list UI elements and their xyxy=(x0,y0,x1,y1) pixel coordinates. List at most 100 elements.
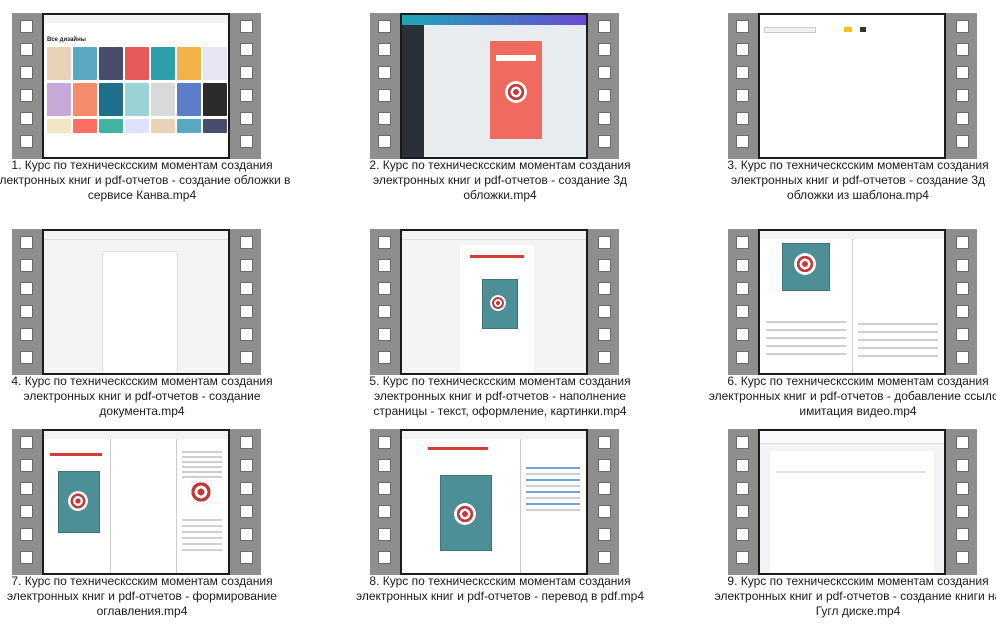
sprocket-hole xyxy=(20,259,33,272)
sprocket-hole xyxy=(598,236,611,249)
dark-button[interactable] xyxy=(860,27,866,32)
sprocket-hole xyxy=(598,459,611,472)
book-target xyxy=(68,491,88,511)
sprocket-hole xyxy=(378,551,391,564)
film-strip xyxy=(728,429,977,575)
design-thumbnail[interactable] xyxy=(47,47,71,80)
sprocket-hole xyxy=(20,328,33,341)
video-filename[interactable]: 2. Курс по техническсским моментам созда… xyxy=(350,158,650,203)
design-thumbnail[interactable] xyxy=(99,83,123,116)
sprocket-hole xyxy=(20,351,33,364)
video-filename[interactable]: 8. Курс по техническсским моментам созда… xyxy=(350,574,650,604)
sprocket-hole xyxy=(736,551,749,564)
design-thumbnail[interactable] xyxy=(73,83,97,116)
search-box[interactable] xyxy=(764,27,816,33)
design-thumbnail[interactable] xyxy=(47,119,71,133)
search-button[interactable] xyxy=(844,27,852,32)
design-thumbnail[interactable] xyxy=(203,83,227,116)
text-line xyxy=(182,543,222,545)
video-frame xyxy=(42,229,230,375)
sprocket-hole xyxy=(598,528,611,541)
sprocket-hole xyxy=(598,436,611,449)
sprocket-hole xyxy=(240,351,253,364)
sprocket-hole xyxy=(20,236,33,249)
sprocket-hole xyxy=(956,112,969,125)
video-filename[interactable]: 3. Курс по техническсским моментам созда… xyxy=(708,158,996,203)
sprocket-hole xyxy=(736,282,749,295)
sprocket-hole xyxy=(736,482,749,495)
sprocket-hole xyxy=(956,89,969,102)
sprocket-hole xyxy=(20,551,33,564)
design-thumbnail[interactable] xyxy=(125,83,149,116)
sprocket-hole xyxy=(20,482,33,495)
design-thumbnail[interactable] xyxy=(125,119,149,133)
toolbar xyxy=(760,231,944,239)
sprocket-hole xyxy=(378,505,391,518)
sprocket-hole xyxy=(378,259,391,272)
sprocket-hole xyxy=(378,20,391,33)
design-thumbnail[interactable] xyxy=(99,119,123,133)
toc-line xyxy=(526,497,580,499)
film-strip xyxy=(12,229,261,375)
design-thumbnail[interactable] xyxy=(177,83,201,116)
sprocket-hole xyxy=(378,528,391,541)
sprocket-hole xyxy=(378,236,391,249)
book-target xyxy=(454,503,476,525)
sprocket-hole xyxy=(240,20,253,33)
design-thumbnail[interactable] xyxy=(73,47,97,80)
sprocket-hole xyxy=(736,135,749,148)
video-filename[interactable]: 9. Курс по техническсским моментам созда… xyxy=(708,574,996,619)
sprocket-hole xyxy=(736,328,749,341)
book-target xyxy=(490,295,506,311)
page-divider xyxy=(110,439,111,573)
design-thumbnail[interactable] xyxy=(47,83,71,116)
video-filename[interactable]: 4. Курс по техническсским моментам созда… xyxy=(0,374,292,419)
sprocket-hole xyxy=(240,43,253,56)
sprocket-hole xyxy=(240,551,253,564)
text-line xyxy=(182,531,222,533)
sprocket-hole xyxy=(20,528,33,541)
sprocket-hole xyxy=(598,351,611,364)
sprocket-hole xyxy=(956,351,969,364)
sprocket-hole xyxy=(598,135,611,148)
text-line xyxy=(766,321,846,323)
sprocket-hole xyxy=(736,351,749,364)
design-thumbnail[interactable] xyxy=(177,47,201,80)
sprocket-hole xyxy=(736,505,749,518)
film-strip: Все дизайны xyxy=(12,13,261,159)
sprocket-hole xyxy=(378,482,391,495)
sprocket-hole xyxy=(240,89,253,102)
design-thumbnail[interactable] xyxy=(151,83,175,116)
toolbar xyxy=(402,231,586,240)
video-frame xyxy=(758,429,946,575)
video-filename[interactable]: 7. Курс по техническсским моментам созда… xyxy=(0,574,292,619)
video-filename[interactable]: 6. Курс по техническсским моментам созда… xyxy=(708,374,996,419)
toc-line xyxy=(526,509,580,511)
video-filename[interactable]: 1. Курс по техническсским моментам созда… xyxy=(0,158,292,203)
design-thumbnail[interactable] xyxy=(177,119,201,133)
design-thumbnail[interactable] xyxy=(99,47,123,80)
design-thumbnail[interactable] xyxy=(151,47,175,80)
sprocket-hole xyxy=(20,282,33,295)
design-thumbnail[interactable] xyxy=(73,119,97,133)
design-thumbnail[interactable] xyxy=(203,119,227,133)
design-thumbnail[interactable] xyxy=(125,47,149,80)
sprocket-hole xyxy=(598,66,611,79)
film-strip xyxy=(12,429,261,575)
sprocket-hole xyxy=(598,20,611,33)
sprocket-hole xyxy=(378,459,391,472)
text-line xyxy=(766,345,846,347)
text-line xyxy=(858,339,938,341)
text-line xyxy=(858,323,938,325)
sprocket-hole xyxy=(378,135,391,148)
design-thumbnail[interactable] xyxy=(203,47,227,80)
film-strip xyxy=(728,13,977,159)
text-line xyxy=(858,355,938,357)
sprocket-hole xyxy=(378,436,391,449)
sprocket-hole xyxy=(598,328,611,341)
sprocket-hole xyxy=(736,112,749,125)
sprocket-hole xyxy=(598,112,611,125)
design-thumbnail[interactable] xyxy=(151,119,175,133)
video-screenshot xyxy=(44,431,228,573)
video-filename[interactable]: 5. Курс по техническсским моментам созда… xyxy=(350,374,650,419)
